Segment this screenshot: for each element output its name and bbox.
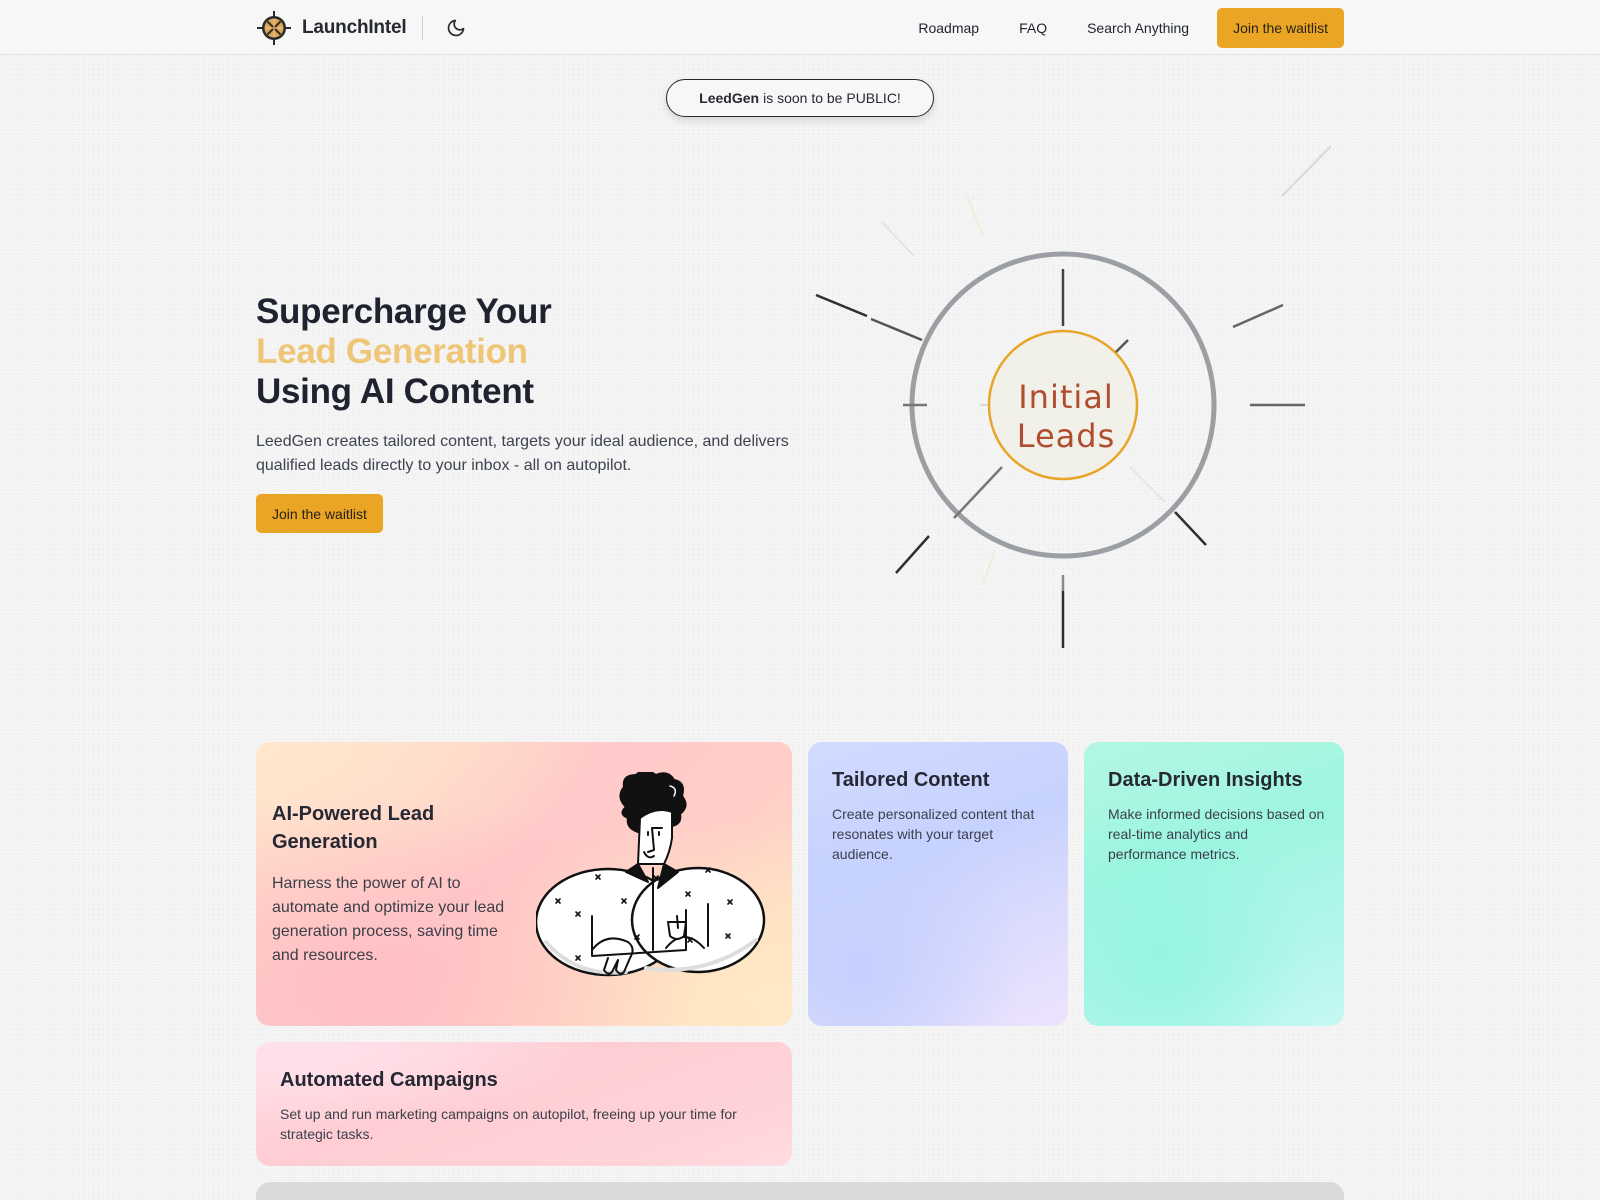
next-section-card: [256, 1182, 1344, 1200]
diagram-center-label: Initial Leads: [999, 378, 1133, 456]
feature-card-data-driven-insights: Data-Driven Insights Make informed decis…: [1084, 742, 1344, 1026]
hero-title-line-3: Using AI Content: [256, 372, 534, 411]
nav-link-search-anything[interactable]: Search Anything: [1087, 20, 1189, 36]
ray-upper-left-outer: [815, 293, 868, 318]
announcement-pill[interactable]: LeedGen is soon to be PUBLIC!: [666, 79, 934, 117]
join-waitlist-nav-button[interactable]: Join the waitlist: [1217, 7, 1344, 48]
feature-card-automated-campaigns: Automated Campaigns Set up and run marke…: [256, 1042, 792, 1166]
hero-subtitle: LeedGen creates tailored content, target…: [256, 433, 789, 474]
ray-upper-right: [1232, 303, 1284, 329]
feature-title: Data-Driven Insights: [1108, 769, 1303, 791]
moon-icon: [448, 19, 465, 36]
feature-card-ai-lead-generation: AI-Powered Lead Generation Harness the p…: [256, 742, 792, 1026]
nav-links: Roadmap FAQ Search Anything Join the wai…: [918, 7, 1344, 48]
feature-description: Make informed decisions based on real-ti…: [1108, 806, 1325, 862]
hero-title-accent: Lead Generation: [256, 332, 528, 371]
feature-description: Create personalized content that resonat…: [832, 806, 1035, 862]
faint-ray: [881, 221, 915, 257]
person-crossed-arms-illustration: [534, 770, 766, 982]
hero-title: Supercharge Your Lead Generation Using A…: [256, 292, 552, 412]
nav-link-faq[interactable]: FAQ: [1019, 20, 1047, 36]
ray-lower-right: [1174, 511, 1207, 546]
feature-title: Automated Campaigns: [280, 1069, 498, 1091]
theme-toggle-button[interactable]: [445, 17, 467, 39]
ray-lower-left-outer: [895, 535, 930, 574]
nav-link-roadmap[interactable]: Roadmap: [918, 20, 979, 36]
crosshair-compass-icon: [256, 10, 292, 46]
faint-ray: [982, 549, 996, 586]
feature-description: Harness the power of AI to automate and …: [272, 875, 505, 964]
hero-title-line-1: Supercharge Your: [256, 292, 552, 331]
announcement-text: is soon to be PUBLIC!: [763, 90, 901, 106]
leads-diagram: Initial Leads: [800, 130, 1340, 650]
feature-description: Set up and run marketing campaigns on au…: [280, 1106, 737, 1142]
feature-title: AI-Powered Lead Generation: [272, 803, 435, 853]
nav-divider: [422, 15, 424, 40]
join-waitlist-hero-button[interactable]: Join the waitlist: [256, 494, 383, 533]
navbar-inner: LaunchIntel Roadmap FAQ Search Anything …: [256, 0, 1344, 55]
diagram-label-line-1: Initial: [1018, 378, 1114, 416]
diagram-label-line-2: Leads: [1016, 417, 1116, 455]
faint-ray: [966, 195, 984, 236]
feature-card-tailored-content: Tailored Content Create personalized con…: [808, 742, 1068, 1026]
faint-ray: [1281, 145, 1332, 197]
faint-ray: [1129, 466, 1166, 503]
logo[interactable]: LaunchIntel: [256, 10, 407, 46]
feature-title: Tailored Content: [832, 769, 990, 791]
navbar: LaunchIntel Roadmap FAQ Search Anything …: [0, 0, 1600, 55]
announcement-product: LeedGen: [699, 90, 760, 106]
ray-top-right-inner: [1115, 339, 1129, 353]
brand-name: LaunchIntel: [302, 16, 407, 38]
ray-lower-left-inner: [953, 466, 1003, 519]
ray-upper-left-inner: [870, 317, 923, 342]
